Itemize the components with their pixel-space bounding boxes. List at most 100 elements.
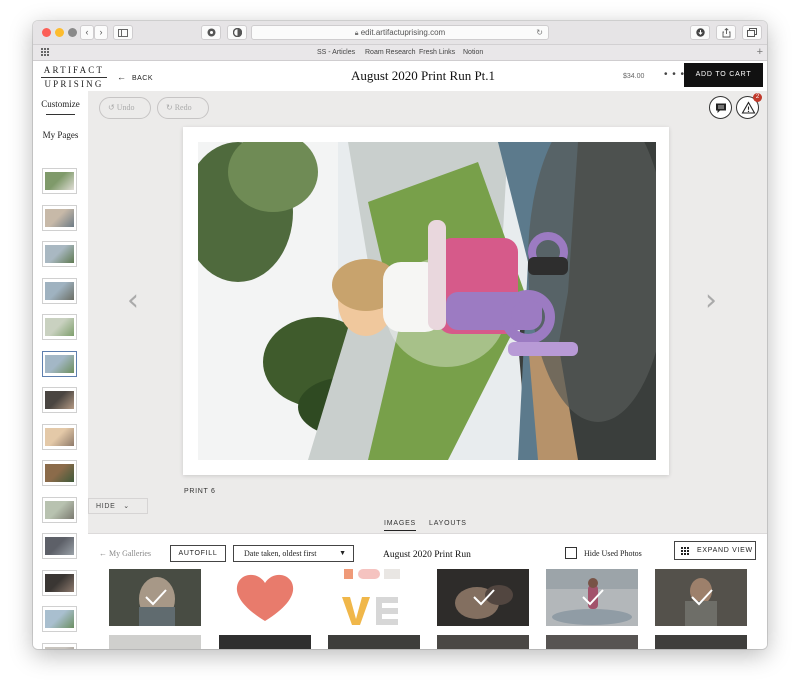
page-thumbnail[interactable] [42, 241, 77, 267]
page-thumbnail-image [45, 245, 74, 263]
gallery-image[interactable] [437, 635, 529, 649]
extension-icon[interactable] [227, 25, 247, 40]
downloads-icon[interactable] [690, 25, 710, 40]
gallery-image[interactable] [328, 635, 420, 649]
next-page-icon[interactable]: › [705, 283, 717, 318]
redo-button[interactable]: ↻ Redo [157, 97, 209, 119]
page-thumbnail[interactable] [42, 277, 77, 304]
address-bar-url: edit.artifactuprising.com [360, 28, 446, 37]
my-galleries-link[interactable]: ← My Galleries [99, 549, 151, 558]
editor-canvas: ↺ Undo ↻ Redo 2 ‹ › PRINT 6 [88, 91, 767, 514]
gallery-image[interactable] [655, 635, 747, 649]
page-thumbnail[interactable] [42, 423, 77, 450]
page-thumbnail-image [45, 427, 74, 446]
zoom-window-button[interactable] [68, 28, 77, 37]
expand-view-button[interactable]: EXPAND VIEW [674, 541, 756, 560]
logo-bottom-word: UPRISING [44, 79, 104, 89]
gallery-image[interactable] [546, 635, 638, 649]
back-link[interactable]: ← BACK [117, 72, 153, 82]
undo-icon: ↺ [108, 103, 117, 112]
gallery-love-letters-art [328, 569, 420, 626]
more-options-icon[interactable]: • • • [664, 69, 685, 80]
privacy-report-icon[interactable] [201, 25, 221, 40]
used-check-icon [437, 569, 529, 626]
sort-dropdown[interactable]: Date taken, oldest first ▼ [233, 545, 354, 562]
favorite-fresh-links[interactable]: Fresh Links [419, 49, 455, 56]
warning-count-badge: 2 [753, 93, 762, 102]
page-thumbnail[interactable] [42, 642, 77, 649]
hide-used-photos-checkbox[interactable] [565, 547, 577, 559]
gallery-image[interactable] [219, 569, 311, 626]
page-thumbnail[interactable] [42, 168, 77, 194]
page-thumbnail[interactable] [42, 387, 77, 413]
page-thumbnail[interactable] [42, 606, 77, 632]
reload-icon[interactable]: ↻ [536, 26, 543, 39]
new-tab-button[interactable]: + [757, 46, 763, 58]
share-icon[interactable] [716, 25, 736, 40]
favorite-notion[interactable]: Notion [463, 49, 483, 56]
tabs-overview-icon[interactable] [742, 25, 762, 40]
used-overlay [109, 569, 201, 626]
sidebar-toggle-glyph [118, 29, 128, 37]
print-photo[interactable] [198, 142, 656, 460]
my-galleries-label: My Galleries [109, 549, 151, 558]
page-thumbnail[interactable] [42, 569, 77, 596]
tabs-glyph [747, 28, 757, 37]
page-thumbnail[interactable] [42, 350, 77, 377]
extension-glyph [232, 27, 242, 38]
gallery-image[interactable] [109, 635, 201, 649]
comment-button[interactable] [709, 96, 732, 119]
artifact-uprising-logo[interactable]: ARTIFACT UPRISING [41, 65, 107, 90]
page-thumbnail-image [45, 464, 74, 482]
used-check-icon [655, 569, 747, 626]
page-thumbnail[interactable] [42, 496, 77, 523]
page-thumbnail-image [45, 610, 74, 628]
grid-icon [681, 547, 689, 555]
arrow-left-icon: ← [99, 549, 109, 558]
hide-used-photos-label: Hide Used Photos [584, 549, 642, 558]
image-tray: IMAGES LAYOUTS ← My Galleries AUTOFILL D… [88, 514, 767, 649]
my-pages-heading: My Pages [42, 130, 79, 140]
arrow-left-icon: ← [117, 72, 127, 82]
chevron-down-icon: ▼ [339, 549, 346, 557]
page-thumbnail-image [45, 646, 74, 649]
used-check-icon [109, 569, 201, 626]
page-thumbnail[interactable] [42, 460, 77, 486]
downloads-glyph [695, 28, 705, 37]
address-bar[interactable]: 🔒︎ edit.artifactuprising.com ↻ [251, 25, 549, 40]
gallery-image[interactable] [219, 635, 311, 649]
autofill-button[interactable]: AUTOFILL [170, 545, 226, 562]
browser-window: ‹ › 🔒︎ edit.artifactuprising.com ↻ SS - … [33, 21, 767, 649]
gallery-image[interactable] [328, 569, 420, 626]
grid-glyph [41, 48, 49, 56]
warnings-button[interactable]: 2 [736, 93, 762, 119]
favorites-bar: SS - Articles Roam Research Fresh Links … [33, 45, 767, 61]
close-window-button[interactable] [42, 28, 51, 37]
print-page [183, 127, 669, 475]
add-to-cart-button[interactable]: ADD TO CART [684, 63, 763, 87]
page-thumbnail[interactable] [42, 314, 77, 340]
sidebar-toggle-icon[interactable] [113, 25, 133, 40]
previous-page-icon[interactable]: ‹ [127, 283, 139, 318]
browser-titlebar: ‹ › 🔒︎ edit.artifactuprising.com ↻ [33, 21, 767, 45]
tab-images[interactable]: IMAGES [384, 520, 417, 531]
page-thumbnail[interactable] [42, 533, 77, 559]
browser-back-icon[interactable]: ‹ [80, 25, 94, 40]
page-thumbnail-image [45, 281, 74, 300]
redo-icon: ↻ [166, 103, 175, 112]
grid-icon[interactable] [41, 48, 49, 58]
customize-tab[interactable]: Customize [33, 99, 88, 109]
favorite-roam-research[interactable]: Roam Research [365, 49, 416, 56]
hide-label: HIDE [96, 503, 116, 510]
page-thumbnail[interactable] [42, 204, 77, 231]
customize-underline [46, 114, 75, 115]
hide-tray-button[interactable]: HIDE ⌄ [88, 498, 148, 514]
logo-top-word: ARTIFACT [43, 65, 105, 75]
tab-layouts[interactable]: LAYOUTS [429, 520, 467, 527]
favorite-ss-articles[interactable]: SS - Articles [317, 49, 355, 56]
undo-button[interactable]: ↺ Undo [99, 97, 151, 119]
minimize-window-button[interactable] [55, 28, 64, 37]
project-title: August 2020 Print Run Pt.1 [350, 68, 496, 83]
page-thumbnail-image [45, 537, 74, 555]
browser-forward-icon[interactable]: › [94, 25, 108, 40]
